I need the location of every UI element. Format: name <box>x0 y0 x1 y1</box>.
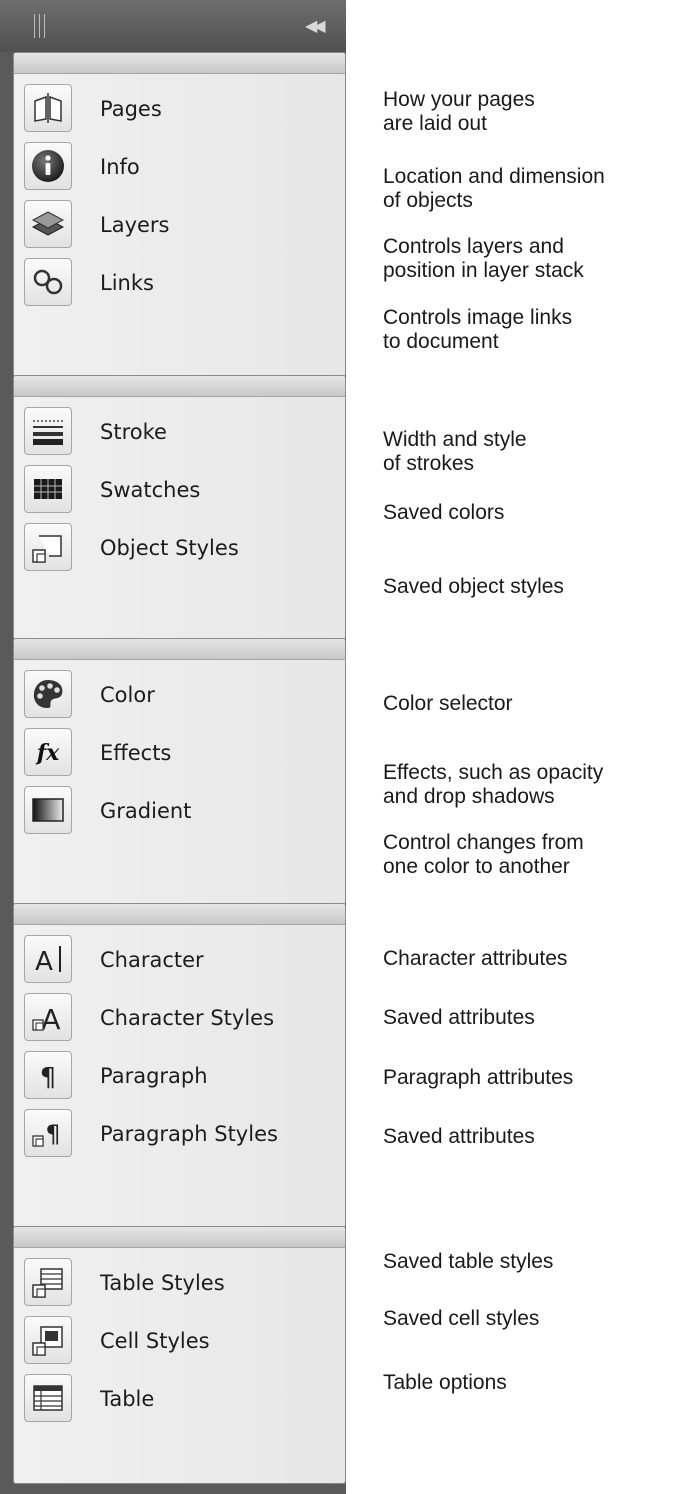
panel-button-label: Effects <box>100 741 172 765</box>
svg-text:A: A <box>41 1003 60 1036</box>
paragraph-icon: ¶ <box>24 1051 72 1099</box>
dock-header: ◀◀ <box>0 0 346 52</box>
character-styles-icon: A <box>24 993 72 1041</box>
svg-text:¶: ¶ <box>45 1120 60 1148</box>
panel-button-character[interactable]: A Character <box>14 930 345 990</box>
panel-button-paragraph-styles[interactable]: ¶ Paragraph Styles <box>14 1104 345 1164</box>
panel-description: Paragraph attributes <box>383 1066 574 1089</box>
panel-button-links[interactable]: Links <box>14 253 345 313</box>
panel-button-info[interactable]: Info <box>14 137 345 197</box>
panel-button-label: Stroke <box>100 420 167 444</box>
panel-description: Controls image links to document <box>383 306 573 353</box>
panel-button-swatches[interactable]: Swatches <box>14 460 345 520</box>
panel-button-label: Paragraph Styles <box>100 1122 278 1146</box>
character-icon: A <box>24 935 72 983</box>
panel-button-label: Table Styles <box>100 1271 225 1295</box>
links-icon <box>24 258 72 306</box>
panel-description: Saved object styles <box>383 575 564 598</box>
panel-group-4: A Character A Character Styles ¶ Paragraph ¶ Pa… <box>13 903 346 1228</box>
panel-description: Table options <box>383 1371 507 1394</box>
table-icon <box>24 1374 72 1422</box>
panel-group-title-bar[interactable] <box>14 376 345 397</box>
svg-text:A: A <box>35 947 53 977</box>
swatches-icon <box>24 465 72 513</box>
panel-group-5: Table Styles Cell Styles Table <box>13 1226 346 1484</box>
panel-group-title-bar[interactable] <box>14 1227 345 1248</box>
panel-description: Saved cell styles <box>383 1307 540 1330</box>
info-icon <box>24 142 72 190</box>
panel-button-table[interactable]: Table <box>14 1369 345 1429</box>
panel-description: Control changes from one color to anothe… <box>383 831 584 878</box>
panel-button-object-styles[interactable]: Object Styles <box>14 518 345 578</box>
panel-group-1: Pages Info Layers Links <box>13 52 346 377</box>
panel-description: Saved attributes <box>383 1125 535 1148</box>
panel-button-label: Object Styles <box>100 536 239 560</box>
panel-button-label: Color <box>100 683 155 707</box>
panel-button-cell-styles[interactable]: Cell Styles <box>14 1311 345 1371</box>
panel-group-title-bar[interactable] <box>14 904 345 925</box>
panel-button-color[interactable]: Color <box>14 665 345 725</box>
panel-button-label: Paragraph <box>100 1064 208 1088</box>
panel-button-layers[interactable]: Layers <box>14 195 345 255</box>
panel-description: Saved colors <box>383 501 505 524</box>
panel-description: Character attributes <box>383 947 568 970</box>
panel-button-pages[interactable]: Pages <box>14 79 345 139</box>
panel-description: Effects, such as opacity and drop shadow… <box>383 761 604 808</box>
panel-description: Location and dimension of objects <box>383 165 605 212</box>
panel-description: How your pages are laid out <box>383 88 535 135</box>
panel-description: Color selector <box>383 692 513 715</box>
panel-button-label: Layers <box>100 213 170 237</box>
object-styles-icon <box>24 523 72 571</box>
panel-group-2: Stroke Swatches Object Styles <box>13 375 346 640</box>
panel-button-label: Swatches <box>100 478 201 502</box>
panel-button-label: Cell Styles <box>100 1329 210 1353</box>
table-styles-icon <box>24 1258 72 1306</box>
panel-dock: ◀◀ Pages Info Layers Links Stroke Swatches Obj… <box>0 0 346 1494</box>
gradient-icon <box>24 786 72 834</box>
panel-description: Controls layers and position in layer st… <box>383 235 584 282</box>
panel-button-character-styles[interactable]: A Character Styles <box>14 988 345 1048</box>
panel-group-title-bar[interactable] <box>14 639 345 660</box>
svg-text:¶: ¶ <box>40 1063 57 1093</box>
panel-button-label: Gradient <box>100 799 192 823</box>
panel-button-label: Pages <box>100 97 162 121</box>
cell-styles-icon <box>24 1316 72 1364</box>
drag-grip-handle[interactable] <box>34 14 48 38</box>
stroke-icon <box>24 407 72 455</box>
panel-button-label: Character Styles <box>100 1006 275 1030</box>
panel-description: Saved attributes <box>383 1006 535 1029</box>
panel-description: Saved table styles <box>383 1250 554 1273</box>
panel-button-label: Links <box>100 271 154 295</box>
panel-button-label: Character <box>100 948 204 972</box>
color-palette-icon <box>24 670 72 718</box>
panel-button-label: Info <box>100 155 140 179</box>
panel-button-label: Table <box>100 1387 155 1411</box>
panel-button-gradient[interactable]: Gradient <box>14 781 345 841</box>
effects-fx-icon: fx <box>24 728 72 776</box>
panel-button-paragraph[interactable]: ¶ Paragraph <box>14 1046 345 1106</box>
paragraph-styles-icon: ¶ <box>24 1109 72 1157</box>
layers-icon <box>24 200 72 248</box>
svg-text:fx: fx <box>35 740 60 766</box>
panel-button-stroke[interactable]: Stroke <box>14 402 345 462</box>
panel-group-title-bar[interactable] <box>14 53 345 74</box>
pages-icon <box>24 84 72 132</box>
collapse-dock-button[interactable]: ◀◀ <box>305 14 326 38</box>
panel-button-effects[interactable]: fx Effects <box>14 723 345 783</box>
panel-group-3: Color fx Effects Gradient <box>13 638 346 905</box>
panel-description: Width and style of strokes <box>383 428 527 475</box>
panel-button-table-styles[interactable]: Table Styles <box>14 1253 345 1313</box>
